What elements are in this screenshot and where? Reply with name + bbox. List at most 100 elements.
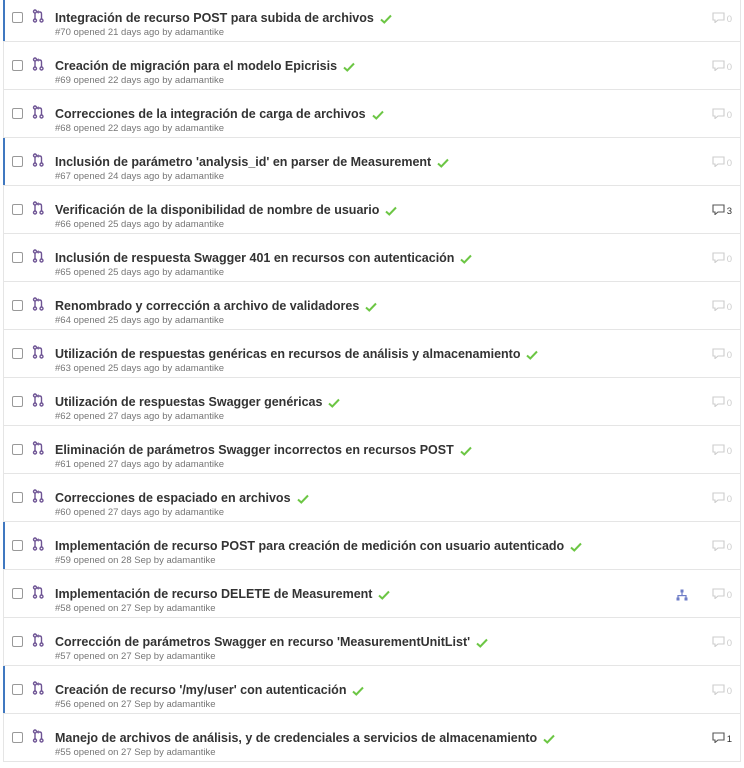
select-checkbox[interactable] (12, 588, 23, 599)
select-checkbox[interactable] (12, 348, 23, 359)
issue-row[interactable]: Eliminación de parámetros Swagger incorr… (4, 426, 740, 474)
issue-row[interactable]: Implementación de recurso POST para crea… (3, 522, 740, 570)
issue-row[interactable]: Utilización de respuestas genéricas en r… (4, 330, 740, 378)
comment-icon (712, 444, 725, 458)
comment-count-link[interactable]: 0 (712, 12, 732, 26)
comment-count-link[interactable]: 0 (712, 348, 732, 362)
issue-title-link[interactable]: Creación de migración para el modelo Epi… (55, 59, 355, 73)
comment-count-link[interactable]: 0 (712, 540, 732, 554)
issue-row[interactable]: Creación de migración para el modelo Epi… (4, 42, 740, 90)
check-icon[interactable] (460, 445, 472, 456)
select-checkbox[interactable] (12, 684, 23, 695)
check-icon[interactable] (437, 157, 449, 168)
select-checkbox[interactable] (12, 108, 23, 119)
check-icon[interactable] (328, 397, 341, 408)
comment-icon (712, 732, 725, 746)
select-checkbox[interactable] (12, 12, 23, 23)
issue-meta: #68 opened 22 days ago by adamantike (55, 123, 225, 134)
comment-count-link[interactable]: 0 (712, 252, 732, 266)
issue-title-link[interactable]: Correcciones de espaciado en archivos (55, 491, 309, 505)
git-pull-request-icon (32, 153, 44, 167)
check-icon[interactable] (343, 61, 355, 72)
check-icon[interactable] (380, 13, 392, 24)
select-checkbox[interactable] (12, 492, 23, 503)
check-icon[interactable] (378, 589, 391, 600)
select-checkbox[interactable] (12, 60, 23, 71)
comment-icon (712, 108, 725, 122)
select-checkbox[interactable] (12, 252, 23, 263)
issue-title-link[interactable]: Manejo de archivos de análisis, y de cre… (55, 731, 555, 745)
issue-row[interactable]: Implementación de recurso DELETE de Meas… (4, 570, 740, 618)
comment-count-link[interactable]: 0 (712, 300, 732, 314)
check-icon[interactable] (460, 253, 473, 264)
issue-row[interactable]: Utilización de respuestas Swagger genéri… (4, 378, 740, 426)
issue-row[interactable]: Integración de recurso POST para subida … (3, 0, 740, 42)
issue-row[interactable]: Creación de recurso '/my/user' con auten… (3, 666, 740, 714)
git-pull-request-icon (32, 57, 44, 71)
check-icon[interactable] (385, 205, 398, 216)
issue-title-link[interactable]: Inclusión de parámetro 'analysis_id' en … (55, 155, 449, 169)
select-checkbox[interactable] (12, 732, 23, 743)
check-icon[interactable] (371, 109, 384, 120)
check-icon[interactable] (476, 637, 488, 648)
comment-count: 0 (726, 109, 732, 121)
issue-title: Verificación de la disponibilidad de nom… (55, 203, 380, 217)
select-checkbox[interactable] (12, 540, 23, 551)
issue-title-link[interactable]: Eliminación de parámetros Swagger incorr… (55, 443, 472, 457)
issue-row[interactable]: Correcciones de la integración de carga … (4, 90, 740, 138)
comment-count-link[interactable]: 0 (712, 492, 732, 506)
check-icon[interactable] (570, 541, 582, 552)
check-icon[interactable] (296, 493, 309, 504)
issue-title-link[interactable]: Creación de recurso '/my/user' con auten… (55, 683, 365, 697)
check-icon[interactable] (365, 301, 378, 312)
comment-count: 0 (726, 541, 732, 553)
check-icon[interactable] (543, 733, 555, 744)
issue-title-link[interactable]: Utilización de respuestas Swagger genéri… (55, 395, 341, 409)
select-checkbox[interactable] (12, 396, 23, 407)
comment-count-link[interactable]: 0 (712, 396, 732, 410)
comment-count-link[interactable]: 0 (712, 444, 732, 458)
comment-count-link[interactable]: 0 (712, 60, 732, 74)
issue-title-link[interactable]: Corrección de parámetros Swagger en recu… (55, 635, 488, 649)
issue-title: Correcciones de espaciado en archivos (55, 491, 291, 505)
issue-row[interactable]: Manejo de archivos de análisis, y de cre… (4, 714, 740, 762)
select-checkbox[interactable] (12, 300, 23, 311)
check-icon[interactable] (352, 685, 365, 696)
comment-count-link[interactable]: 0 (712, 108, 732, 122)
select-checkbox[interactable] (12, 444, 23, 455)
issue-row[interactable]: Renombrado y corrección a archivo de val… (4, 282, 740, 330)
issue-row[interactable]: Corrección de parámetros Swagger en recu… (4, 618, 740, 666)
issue-title-link[interactable]: Renombrado y corrección a archivo de val… (55, 299, 378, 313)
select-checkbox[interactable] (12, 204, 23, 215)
select-checkbox[interactable] (12, 636, 23, 647)
issue-meta: #62 opened 27 days ago by adamantike (55, 411, 225, 422)
comment-count-link[interactable]: 0 (712, 684, 732, 698)
comment-count-link[interactable]: 3 (712, 204, 732, 218)
sitemap-icon[interactable] (676, 588, 688, 601)
comment-count-link[interactable]: 1 (712, 732, 732, 746)
issue-title: Utilización de respuestas genéricas en r… (55, 347, 521, 361)
issue-title-link[interactable]: Implementación de recurso DELETE de Meas… (55, 587, 391, 601)
issue-title-link[interactable]: Verificación de la disponibilidad de nom… (55, 203, 398, 217)
comment-count-link[interactable]: 0 (712, 588, 732, 602)
issue-title: Corrección de parámetros Swagger en recu… (55, 635, 471, 649)
issue-title-link[interactable]: Inclusión de respuesta Swagger 401 en re… (55, 251, 473, 265)
issue-row[interactable]: Inclusión de respuesta Swagger 401 en re… (4, 234, 740, 282)
check-icon[interactable] (526, 349, 539, 360)
comment-count: 0 (726, 349, 732, 361)
issue-row[interactable]: Inclusión de parámetro 'analysis_id' en … (3, 138, 740, 186)
issue-row[interactable]: Verificación de la disponibilidad de nom… (4, 186, 740, 234)
issue-title-link[interactable]: Implementación de recurso POST para crea… (55, 539, 582, 553)
comment-count-link[interactable]: 0 (712, 156, 732, 170)
comment-count-link[interactable]: 0 (712, 636, 732, 650)
issue-title-link[interactable]: Integración de recurso POST para subida … (55, 11, 392, 25)
issue-title-link[interactable]: Utilización de respuestas genéricas en r… (55, 347, 539, 361)
select-checkbox[interactable] (12, 156, 23, 167)
git-pull-request-icon (32, 105, 44, 119)
comment-icon (712, 60, 725, 74)
issue-title-link[interactable]: Correcciones de la integración de carga … (55, 107, 384, 121)
issue-row[interactable]: Correcciones de espaciado en archivos #60… (4, 474, 740, 522)
comment-icon (712, 492, 725, 506)
comment-count: 0 (726, 589, 732, 601)
comment-icon (712, 204, 725, 218)
